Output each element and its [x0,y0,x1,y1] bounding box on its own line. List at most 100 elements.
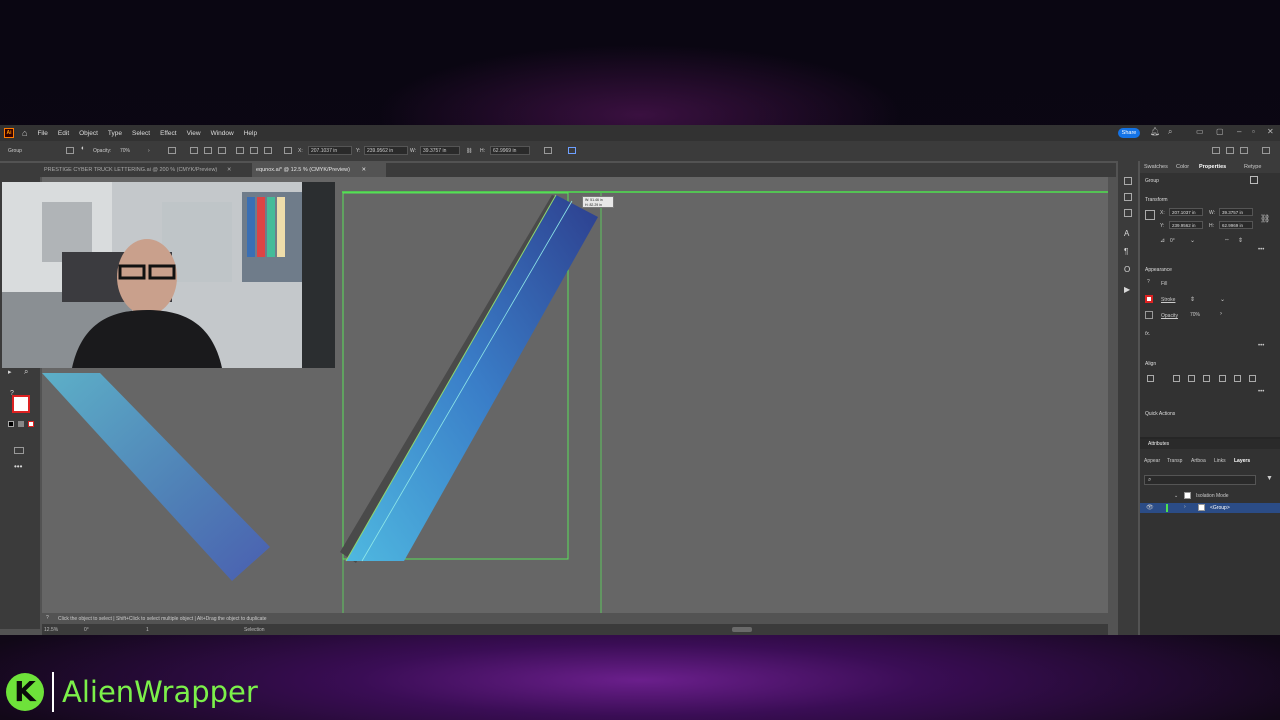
h-field[interactable]: 62.9969 in [1219,221,1253,229]
align-hcenter-icon[interactable] [204,147,212,154]
close-icon[interactable]: ✕ [227,167,232,173]
rotate-value[interactable]: 0° [1170,238,1175,244]
reference-point-icon[interactable] [1145,210,1155,220]
h-field[interactable]: 62.9969 in [490,146,530,155]
chevron-down-icon[interactable]: ⌄ [1220,296,1225,303]
align-vcenter-icon[interactable] [1234,375,1241,382]
align-to-icon[interactable] [168,147,176,154]
brush-icon[interactable] [1240,147,1248,154]
menu-select[interactable]: Select [132,130,150,137]
color-mode-icon[interactable] [18,421,24,427]
more-icon[interactable]: ••• [1258,343,1264,349]
rotation-value[interactable]: 0° [84,627,89,633]
tab-prestige[interactable]: PRESTIGE CYBER TRUCK LETTERING.ai @ 200 … [44,163,239,177]
stroke-label[interactable]: Stroke [1161,297,1175,303]
selection-tool-icon[interactable]: ▸ [8,368,12,376]
opacity-value[interactable]: 70% [120,148,130,154]
chevron-down-icon[interactable]: ⌄ [1190,237,1195,244]
more-icon[interactable]: ••• [1258,247,1264,253]
artboards-icon[interactable] [1124,177,1132,185]
flip-vertical-icon[interactable]: ⇕ [1238,237,1243,244]
y-field[interactable]: 239.9562 in [1169,221,1203,229]
align-bottom-icon[interactable] [264,147,272,154]
align-left-icon[interactable] [190,147,198,154]
isolate-icon[interactable] [1250,176,1258,184]
menu-edit[interactable]: Edit [58,130,69,137]
w-field[interactable]: 39.3757 in [1219,208,1253,216]
align-bottom-icon[interactable] [1249,375,1256,382]
w-field[interactable]: 39.3757 in [420,146,460,155]
zoom-tool-icon[interactable]: ⌕ [24,367,28,377]
horizontal-scrollbar[interactable] [732,627,752,632]
share-button[interactable]: Share [1118,128,1140,138]
link-icon[interactable]: ⛓ [1260,214,1270,223]
workspace-icon[interactable]: ▭ [1196,127,1204,136]
menu-object[interactable]: Object [79,130,98,137]
tab-color[interactable]: Color [1176,164,1189,170]
align-vcenter-icon[interactable] [250,147,258,154]
menu-file[interactable]: File [37,130,47,137]
maximize-icon[interactable]: ▫ [1252,127,1255,136]
paragraph-icon[interactable]: ¶ [1124,247,1128,256]
search-icon[interactable]: ⌕ [1168,127,1172,137]
eye-icon[interactable]: 👁︎ [1146,504,1154,511]
align-right-icon[interactable] [1203,375,1210,382]
tab-swatches[interactable]: Swatches [1144,164,1168,170]
artboard-number[interactable]: 1 [146,627,149,633]
align-top-icon[interactable] [236,147,244,154]
menu-effect[interactable]: Effect [160,130,177,137]
screen-mode-icon[interactable] [14,447,24,454]
align-right-icon[interactable] [218,147,226,154]
tab-artboards[interactable]: Artboa [1191,458,1206,464]
recolor-icon[interactable] [568,147,576,154]
x-field[interactable]: 207.1037 in [308,146,352,155]
chevron-right-icon[interactable]: › [1184,504,1186,510]
stroke-weight-stepper[interactable]: ⇕ [1190,296,1195,303]
tab-properties[interactable]: Properties [1199,164,1226,170]
character-icon[interactable]: A [1124,229,1129,238]
arrange-docs-icon[interactable] [1226,147,1234,154]
filter-icon[interactable]: ▼ [1266,475,1273,482]
menu-type[interactable]: Type [108,130,122,137]
transform-icon[interactable] [544,147,552,154]
close-icon[interactable]: ✕ [361,167,366,173]
link-icon[interactable]: ⛓ [466,148,472,154]
chevron-down-icon[interactable]: ⌄ [1174,493,1178,499]
menu-view[interactable]: View [187,130,201,137]
tab-equnox[interactable]: equnox.ai* @ 12.5 % (CMYK/Preview) ✕ [252,163,386,177]
fill-stroke-icon[interactable] [12,395,30,413]
more-tools-icon[interactable]: ••• [14,462,22,471]
chevron-right-icon[interactable]: › [148,148,150,154]
layer-row[interactable]: ⌄ Isolation Mode [1140,491,1280,501]
expand-icon[interactable] [1262,147,1270,154]
close-icon[interactable]: ✕ [1267,127,1274,136]
zoom-level[interactable]: 12.5% [44,627,58,633]
layer-row[interactable]: 👁︎ › <Group> [1140,503,1280,513]
home-icon[interactable]: ⌂ [22,128,27,138]
tab-retype[interactable]: Retype [1244,164,1261,170]
panel-layout-icon[interactable] [1212,147,1220,154]
align-left-icon[interactable] [1173,375,1180,382]
assets-icon[interactable] [1124,209,1132,217]
minimize-icon[interactable]: – [1237,127,1241,136]
default-colors-icon[interactable] [8,421,14,427]
reference-point-icon[interactable] [284,147,292,154]
align-to-icon[interactable] [1147,375,1154,382]
fx-button[interactable]: fx. [1145,331,1150,337]
chevron-right-icon[interactable]: › [1220,311,1222,317]
arrange-icon[interactable]: ▢ [1216,127,1224,136]
tab-layers[interactable]: Layers [1234,458,1250,464]
layers-search-input[interactable]: ⌕ [1144,475,1256,485]
opacity-label[interactable]: Opacity [1161,313,1178,319]
menu-help[interactable]: Help [244,130,257,137]
actions-icon[interactable]: ▶ [1124,285,1130,294]
tab-transparency[interactable]: Transp [1167,458,1182,464]
align-top-icon[interactable] [1219,375,1226,382]
stroke-swatch-icon[interactable] [1145,295,1153,303]
glyphs-icon[interactable]: O [1124,265,1130,274]
more-icon[interactable]: ••• [1258,389,1264,395]
menu-window[interactable]: Window [211,130,234,137]
tab-links[interactable]: Links [1214,458,1226,464]
tab-appearance[interactable]: Appear [1144,458,1160,464]
isolate-icon[interactable] [66,147,74,154]
